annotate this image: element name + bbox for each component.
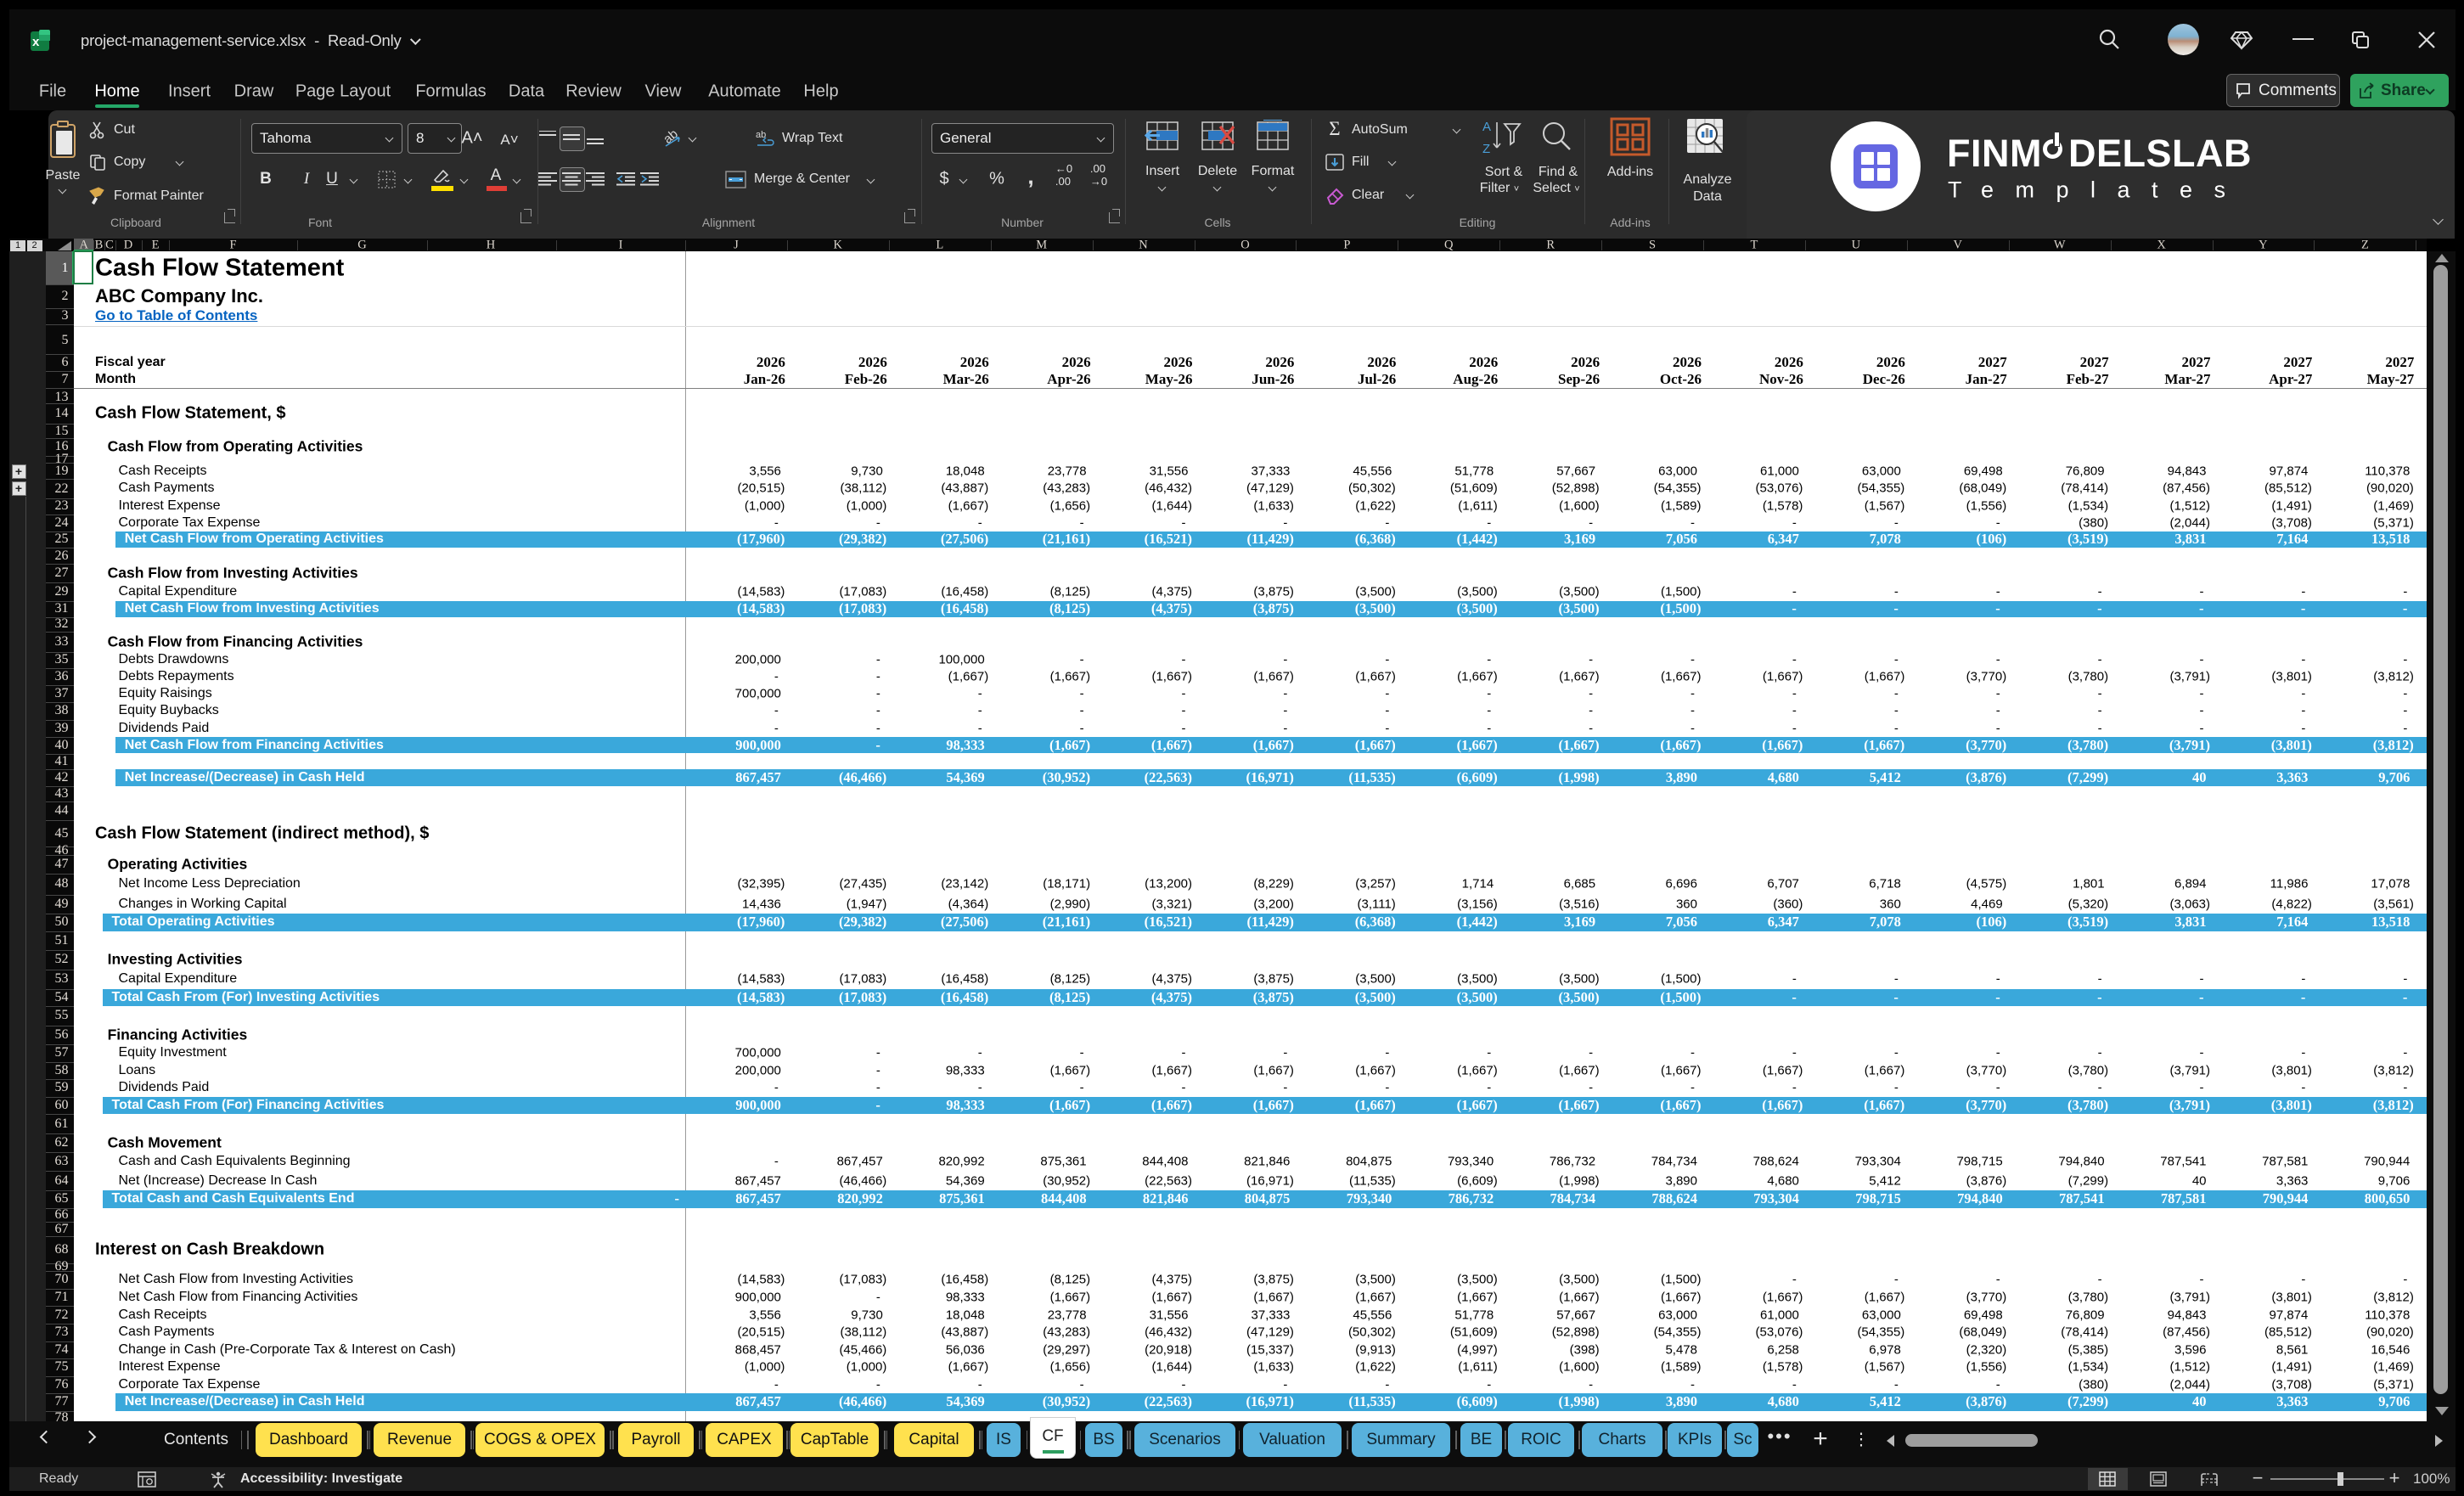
- svg-text:Z: Z: [1482, 142, 1490, 156]
- svg-text:A: A: [1482, 120, 1491, 134]
